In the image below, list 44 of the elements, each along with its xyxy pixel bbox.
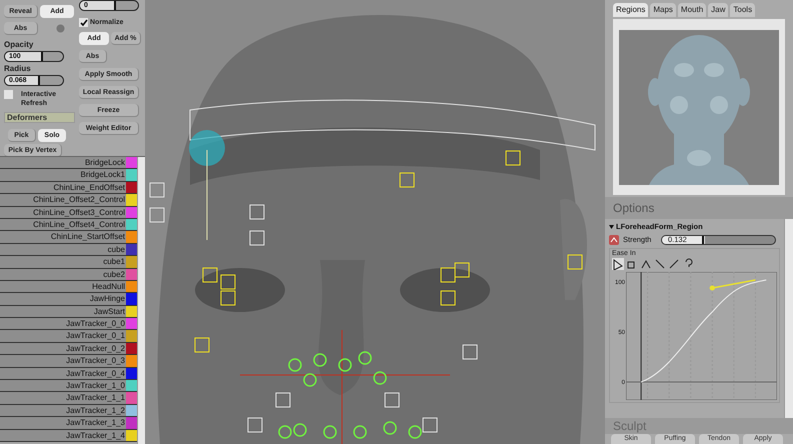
- curve-icon: [609, 234, 619, 245]
- check-icon: [80, 18, 88, 26]
- section-header: Deformers: [4, 112, 75, 123]
- sphere-icon: [56, 24, 65, 33]
- list-item[interactable]: JawTracker_1_3: [0, 417, 126, 429]
- collapse-icon[interactable]: [609, 225, 614, 229]
- list-item[interactable]: cube1: [0, 256, 126, 268]
- list-item[interactable]: JawTracker_1_2: [0, 404, 126, 416]
- checkbox[interactable]: [4, 90, 13, 99]
- list-item[interactable]: cube2: [0, 268, 126, 280]
- scrollbar[interactable]: [137, 157, 145, 444]
- list-item[interactable]: JawTracker_0_3: [0, 355, 126, 367]
- tool-icon[interactable]: [640, 258, 652, 270]
- list-item[interactable]: ChinLine_Offset3_Control: [0, 206, 126, 218]
- list-item[interactable]: BridgeLock: [0, 157, 126, 168]
- scrollbar[interactable]: [784, 219, 793, 418]
- tab[interactable]: Tools: [730, 3, 756, 17]
- list-item[interactable]: JawTracker_0_2: [0, 342, 126, 354]
- radius-label: Radius: [4, 64, 32, 73]
- list-item[interactable]: cube: [0, 244, 126, 256]
- list-item[interactable]: JawHinge: [0, 293, 126, 305]
- tool-icon[interactable]: [612, 258, 624, 270]
- opacity-label: Opacity: [4, 40, 34, 49]
- tool-icon[interactable]: [654, 258, 666, 270]
- checkbox[interactable]: [79, 18, 88, 27]
- list-item[interactable]: JawTracker_1_4: [0, 430, 126, 441]
- list-item[interactable]: JawStart: [0, 306, 126, 318]
- list-item[interactable]: JawTracker_1_1: [0, 392, 126, 404]
- list-item[interactable]: JawTracker_1_0: [0, 380, 126, 392]
- list-item[interactable]: HeadNull: [0, 280, 126, 292]
- panel-header: Options: [613, 200, 654, 217]
- list-item[interactable]: ChinLine_EndOffset: [0, 182, 126, 194]
- list-item[interactable]: BridgeLock1: [0, 169, 126, 181]
- list-item[interactable]: ChinLine_Offset4_Control: [0, 218, 126, 230]
- tab[interactable]: Maps: [650, 3, 676, 17]
- tab[interactable]: Regions: [613, 3, 648, 17]
- list-item[interactable]: JawTracker_0_0: [0, 318, 126, 330]
- tool-icon[interactable]: [668, 258, 680, 270]
- list-item[interactable]: JawTracker_0_1: [0, 330, 126, 342]
- tab[interactable]: Mouth: [678, 3, 706, 17]
- list-item[interactable]: ChinLine_StartOffset: [0, 231, 126, 243]
- tab[interactable]: Jaw: [708, 3, 728, 17]
- list-item[interactable]: ChinLine_Offset2_Control: [0, 194, 126, 206]
- list-item[interactable]: JawTracker_0_4: [0, 368, 126, 380]
